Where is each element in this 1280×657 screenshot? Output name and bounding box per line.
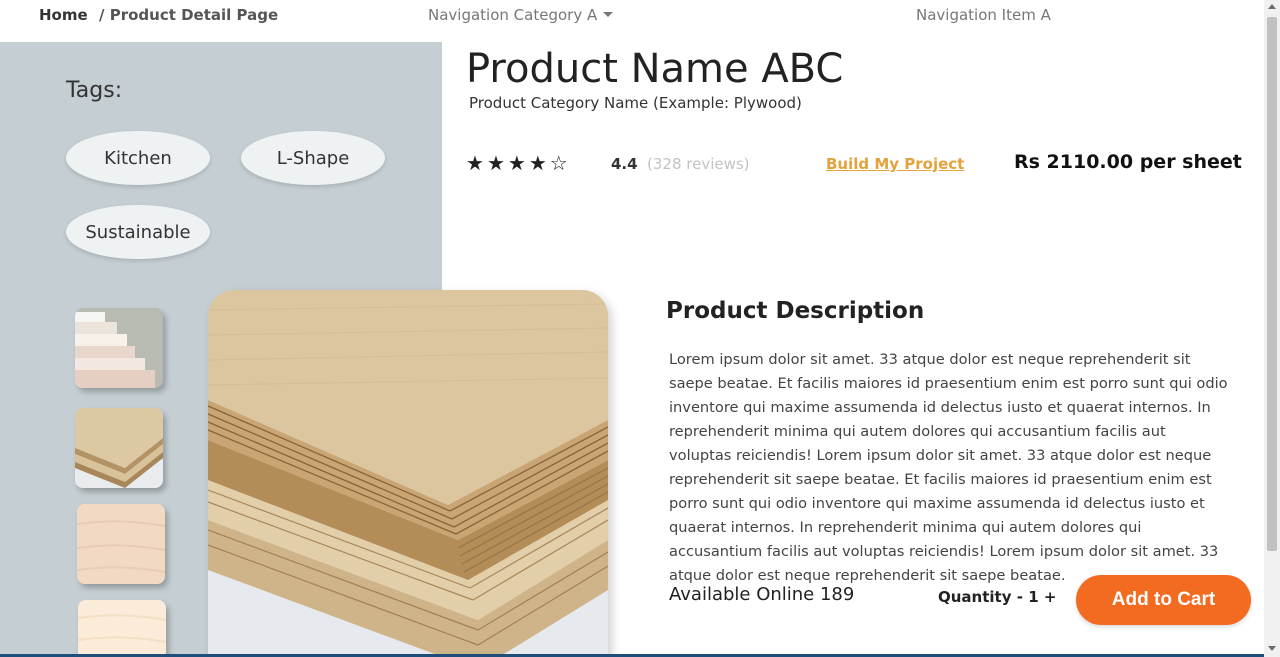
plywood-stack-thumbnail-image bbox=[75, 408, 163, 488]
product-thumbnail-4[interactable] bbox=[78, 600, 166, 657]
quantity-stepper: Quantity - 1 + bbox=[938, 588, 1056, 606]
scroll-down-arrow-icon[interactable] bbox=[1268, 646, 1276, 651]
add-to-cart-button[interactable]: Add to Cart bbox=[1076, 575, 1251, 625]
tags-title: Tags: bbox=[66, 78, 123, 103]
description-text: Lorem ipsum dolor sit amet. 33 atque dol… bbox=[669, 351, 1228, 584]
wood-texture-image bbox=[77, 504, 165, 584]
build-my-project-link[interactable]: Build My Project bbox=[826, 155, 964, 173]
scroll-up-arrow-icon[interactable] bbox=[1268, 4, 1276, 9]
nav-category-label: Navigation Category A bbox=[428, 6, 598, 24]
caret-down-icon bbox=[603, 11, 614, 17]
product-thumbnail-2[interactable] bbox=[75, 408, 163, 488]
plywood-stack-image bbox=[208, 290, 608, 657]
tag-sustainable[interactable]: Sustainable bbox=[66, 205, 210, 259]
breadcrumb-home[interactable]: Home bbox=[39, 6, 88, 24]
product-price: Rs 2110.00 per sheet bbox=[1014, 151, 1242, 173]
quantity-decrement-button[interactable]: - bbox=[1017, 588, 1023, 606]
star-rating: ★ ★ ★ ★ ☆ bbox=[466, 152, 568, 174]
product-thumbnail-3[interactable] bbox=[77, 504, 165, 584]
nav-category-dropdown[interactable]: Navigation Category A bbox=[428, 6, 614, 24]
availability-text: Available Online 189 bbox=[669, 584, 855, 605]
quantity-value: 1 bbox=[1028, 588, 1039, 606]
tag-kitchen[interactable]: Kitchen bbox=[66, 131, 210, 185]
product-category: Product Category Name (Example: Plywood) bbox=[469, 94, 802, 112]
star-filled-icon: ★ bbox=[507, 151, 526, 175]
star-empty-icon: ☆ bbox=[549, 151, 568, 175]
product-title: Product Name ABC bbox=[466, 46, 844, 92]
tag-l-shape[interactable]: L-Shape bbox=[241, 131, 385, 185]
star-filled-icon: ★ bbox=[486, 151, 505, 175]
product-thumbnail-1[interactable] bbox=[75, 308, 163, 388]
main-product-image bbox=[208, 290, 608, 657]
quantity-increment-button[interactable]: + bbox=[1044, 588, 1057, 606]
quantity-label: Quantity bbox=[938, 588, 1017, 606]
breadcrumb-current: / Product Detail Page bbox=[99, 6, 279, 24]
top-navbar: Home / Product Detail Page Navigation Ca… bbox=[0, 0, 1264, 42]
scrollbar-thumb[interactable] bbox=[1267, 17, 1277, 551]
star-filled-icon: ★ bbox=[466, 151, 484, 175]
plywood-samples-image bbox=[75, 308, 163, 388]
light-wood-texture-image bbox=[78, 600, 166, 657]
rating-value: 4.4 bbox=[611, 155, 638, 173]
page-scrollbar[interactable] bbox=[1264, 0, 1280, 657]
nav-item-link[interactable]: Navigation Item A bbox=[916, 6, 1051, 24]
star-filled-icon: ★ bbox=[528, 151, 547, 175]
reviews-count: (328 reviews) bbox=[647, 155, 750, 173]
description-title: Product Description bbox=[666, 298, 925, 324]
